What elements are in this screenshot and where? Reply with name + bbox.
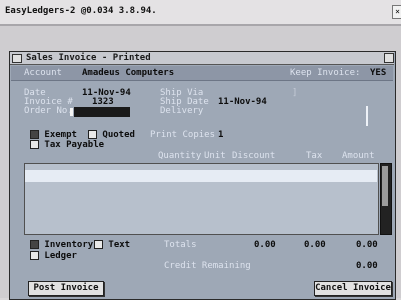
selected-line-row[interactable] [25,170,377,182]
quoted-checkbox[interactable] [88,130,97,139]
total-tax: 0.00 [304,240,326,250]
keep-invoice-label: Keep Invoice: [290,68,361,78]
order-no-cursor [70,108,73,116]
invoice-window-title: Sales Invoice - Printed [26,53,151,63]
app-title: EasyLedgers-2 @0.034 3.8.94. [5,6,157,16]
col-amount: Amount [342,151,375,161]
post-invoice-button[interactable]: Post Invoice [28,281,104,296]
inventory-label: Inventory [44,240,94,250]
tax-payable-option[interactable]: Tax Payable [30,140,104,150]
window-resize-icon[interactable] [384,53,394,63]
print-copies-value[interactable]: 1 [218,130,223,140]
col-quantity: Quantity [158,151,202,161]
ledger-checkbox[interactable] [30,251,39,260]
window-close-icon[interactable] [12,54,22,63]
total-amount: 0.00 [356,240,378,250]
inventory-checkbox[interactable] [30,240,39,249]
tax-payable-label: Tax Payable [44,140,105,150]
text-label: Text [108,240,131,250]
credit-remaining-label: Credit Remaining [164,261,251,271]
text-option[interactable]: Text [94,240,130,250]
quoted-label: Quoted [102,130,135,140]
exempt-option[interactable]: Exempt [30,130,77,140]
quoted-option[interactable]: Quoted [88,130,135,140]
order-no-label: Order No. [24,106,73,116]
ledger-label: Ledger [44,251,77,261]
totals-label: Totals [164,240,197,250]
col-discount: Discount [232,151,276,161]
order-no-field[interactable] [74,107,130,117]
delivery-field[interactable] [366,106,368,126]
close-icon[interactable]: × [392,5,401,19]
account-value[interactable]: Amadeus Computers [82,68,174,78]
col-unit: Unit [204,151,226,161]
ship-date-value[interactable]: 11-Nov-94 [218,97,267,107]
tax-payable-checkbox[interactable] [30,140,39,149]
credit-remaining-value: 0.00 [356,261,378,271]
delivery-label: Delivery [160,106,204,116]
account-label: Account [24,68,62,78]
scrollbar-thumb[interactable] [382,166,388,206]
print-copies-label: Print Copies [150,130,216,140]
exempt-checkbox[interactable] [30,130,39,139]
keep-invoice-value[interactable]: YES [370,68,386,78]
invoice-no-value[interactable]: 1323 [92,97,114,107]
col-tax: Tax [306,151,323,161]
cancel-invoice-button[interactable]: Cancel Invoice [314,281,392,296]
total-discount: 0.00 [254,240,276,250]
ship-via-end: ] [292,88,298,98]
ledger-option[interactable]: Ledger [30,251,77,261]
inventory-option[interactable]: Inventory [30,240,93,250]
text-checkbox[interactable] [94,240,103,249]
exempt-label: Exempt [44,130,77,140]
